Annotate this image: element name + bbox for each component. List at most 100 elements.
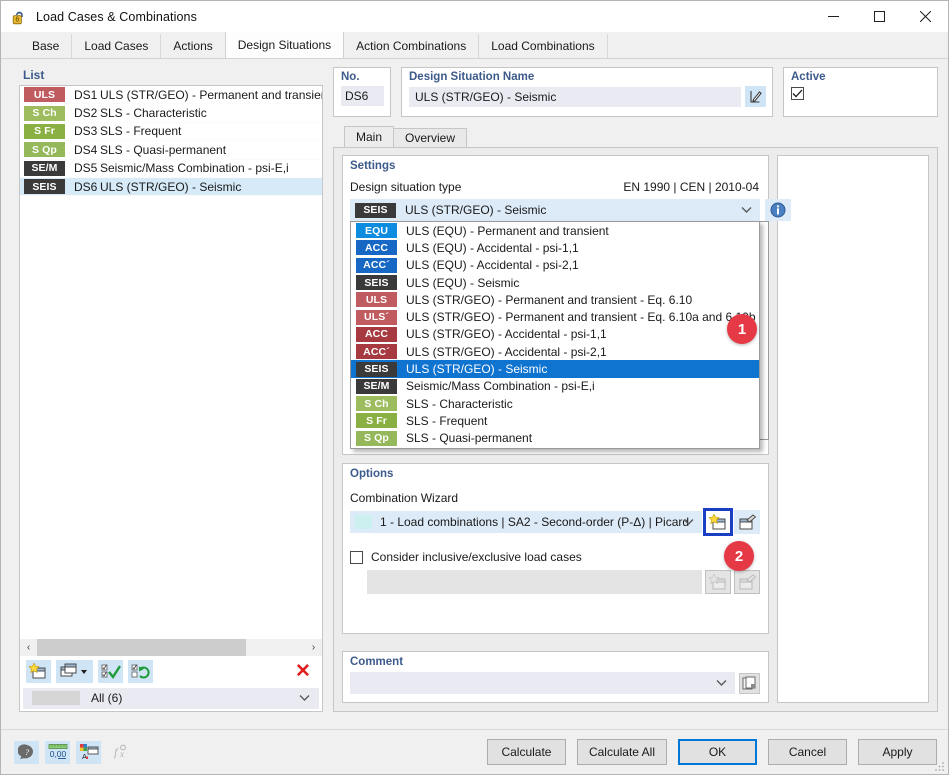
- list-item[interactable]: S Ch DS2 SLS - Characteristic: [20, 104, 322, 123]
- dialog-window: 6 Load Cases & Combinations Base Load Ca…: [0, 0, 949, 775]
- list-item[interactable]: S Fr DS3 SLS - Frequent: [20, 123, 322, 142]
- list-item-selected[interactable]: SEIS DS6 ULS (STR/GEO) - Seismic: [20, 177, 322, 197]
- chevron-down-icon[interactable]: [741, 207, 752, 214]
- scrollbar-thumb[interactable]: [37, 639, 247, 656]
- comment-group: Comment: [342, 651, 769, 703]
- help-balloon-icon[interactable]: ?: [14, 740, 39, 764]
- dropdown-option[interactable]: ACC´ ULS (STR/GEO) - Accidental - psi-2,…: [351, 343, 759, 360]
- name-input-row: ULS (STR/GEO) - Seismic: [409, 86, 766, 107]
- combination-wizard-label: Combination Wizard: [350, 491, 459, 505]
- combination-wizard-combo[interactable]: 1 - Load combinations | SA2 - Second-ord…: [350, 511, 702, 533]
- tab-design-situations[interactable]: Design Situations: [224, 31, 345, 58]
- main-tab-panel: Settings Design situation type EN 1990 |…: [333, 147, 938, 712]
- title-bar: 6 Load Cases & Combinations: [1, 1, 948, 32]
- tab-overview[interactable]: Overview: [393, 128, 468, 147]
- tab-main[interactable]: Main: [344, 126, 395, 147]
- tab-load-combinations[interactable]: Load Combinations: [479, 34, 608, 58]
- tab-base[interactable]: Base: [20, 34, 73, 58]
- checklist-refresh-icon[interactable]: [128, 659, 153, 683]
- filter-label: All (6): [91, 691, 123, 705]
- option-badge: ACC: [356, 240, 397, 256]
- dropdown-option[interactable]: SE/M Seismic/Mass Combination - psi-E,i: [351, 378, 759, 395]
- new-window-star-icon[interactable]: [26, 659, 51, 683]
- option-badge: SE/M: [356, 378, 397, 394]
- delete-button[interactable]: ✕: [292, 660, 314, 682]
- chevron-down-icon[interactable]: [716, 680, 727, 687]
- new-inclusive-button: [705, 570, 731, 594]
- edit-pencil-icon[interactable]: [745, 86, 766, 107]
- no-label: No.: [341, 71, 360, 83]
- chevron-down-icon[interactable]: [683, 519, 694, 526]
- active-field-box: Active: [783, 67, 938, 117]
- dropdown-option[interactable]: ACC´ ULS (EQU) - Accidental - psi-2,1: [351, 257, 759, 274]
- option-badge: ACC: [356, 326, 397, 342]
- footer-button-group: Calculate Calculate All OK Cancel Apply: [486, 739, 937, 765]
- calculate-all-button[interactable]: Calculate All: [576, 739, 667, 765]
- tab-actions[interactable]: Actions: [161, 34, 226, 58]
- list-item-name: ULS (STR/GEO) - Permanent and transient …: [100, 87, 322, 102]
- scrollbar-track[interactable]: [37, 639, 305, 656]
- design-situation-type-dropdown[interactable]: EQU ULS (EQU) - Permanent and transient …: [350, 221, 760, 449]
- list-horizontal-scrollbar[interactable]: ‹ ›: [19, 639, 323, 656]
- chevron-down-icon[interactable]: [299, 695, 310, 702]
- settings-group: Settings Design situation type EN 1990 |…: [342, 155, 791, 455]
- option-badge: ULS: [356, 292, 397, 308]
- list-item[interactable]: S Qp DS4 SLS - Quasi-permanent: [20, 141, 322, 160]
- dialog-footer: ? 0,00 A f x Calculate Calculate All OK …: [1, 729, 948, 774]
- dropdown-option-selected[interactable]: SEIS ULS (STR/GEO) - Seismic: [351, 360, 759, 378]
- list-item[interactable]: ULS DS1 ULS (STR/GEO) - Permanent and tr…: [20, 86, 322, 105]
- design-situation-name-input[interactable]: ULS (STR/GEO) - Seismic: [409, 86, 741, 107]
- design-situations-list-panel: List ULS DS1 ULS (STR/GEO) - Permanent a…: [19, 67, 323, 712]
- dropdown-option[interactable]: S Ch SLS - Characteristic: [351, 395, 759, 412]
- dropdown-option[interactable]: S Qp SLS - Quasi-permanent: [351, 430, 759, 447]
- dropdown-option[interactable]: S Fr SLS - Frequent: [351, 412, 759, 429]
- new-wizard-button[interactable]: [703, 508, 733, 536]
- edit-wizard-button[interactable]: [734, 510, 760, 534]
- checklist-check-icon[interactable]: [98, 659, 123, 683]
- dropdown-option[interactable]: EQU ULS (EQU) - Permanent and transient: [351, 222, 759, 239]
- active-checkbox[interactable]: [791, 87, 804, 100]
- dropdown-option[interactable]: ACC ULS (STR/GEO) - Accidental - psi-1,1: [351, 326, 759, 343]
- dropdown-option[interactable]: ULS ULS (STR/GEO) - Permanent and transi…: [351, 291, 759, 308]
- list-item-badge: S Fr: [24, 123, 65, 139]
- maximize-button[interactable]: [856, 1, 902, 32]
- option-badge: SEIS: [356, 275, 397, 291]
- cancel-button[interactable]: Cancel: [768, 739, 847, 765]
- option-label: Seismic/Mass Combination - psi-E,i: [406, 379, 595, 394]
- options-group: Options Combination Wizard 1 - Load comb…: [342, 463, 769, 634]
- option-label: ULS (EQU) - Permanent and transient: [406, 223, 609, 238]
- option-label: ULS (EQU) - Accidental - psi-1,1: [406, 240, 579, 255]
- minimize-button[interactable]: [810, 1, 856, 32]
- combination-wizard-row: 1 - Load combinations | SA2 - Second-ord…: [350, 508, 760, 536]
- colors-renumber-icon[interactable]: A: [76, 740, 101, 764]
- tab-action-combinations[interactable]: Action Combinations: [344, 34, 480, 58]
- main-left-column: Settings Design situation type EN 1990 |…: [342, 155, 791, 703]
- ok-button[interactable]: OK: [678, 739, 757, 765]
- numeric-units-icon[interactable]: 0,00: [45, 740, 70, 764]
- dropdown-scrollbar[interactable]: [760, 221, 769, 440]
- copy-window-dropdown-icon[interactable]: [56, 659, 93, 683]
- info-circle-icon[interactable]: [765, 199, 791, 221]
- dropdown-option[interactable]: SEIS ULS (EQU) - Seismic: [351, 274, 759, 291]
- list-toolbar: ✕: [19, 656, 323, 686]
- option-label: SLS - Quasi-permanent: [406, 431, 533, 446]
- consider-inclusive-checkbox[interactable]: [350, 550, 363, 564]
- scroll-left-icon[interactable]: ‹: [20, 639, 37, 656]
- close-button[interactable]: [902, 1, 948, 32]
- design-situation-type-combo[interactable]: SEIS ULS (STR/GEO) - Seismic: [350, 199, 760, 221]
- resize-grip[interactable]: [933, 760, 945, 772]
- copy-pages-icon[interactable]: [739, 672, 760, 694]
- apply-button[interactable]: Apply: [858, 739, 937, 765]
- dropdown-option[interactable]: ACC ULS (EQU) - Accidental - psi-1,1: [351, 239, 759, 256]
- calculate-button[interactable]: Calculate: [486, 739, 566, 765]
- list-item[interactable]: SE/M DS5 Seismic/Mass Combination - psi-…: [20, 160, 322, 178]
- option-badge: S Fr: [356, 413, 397, 429]
- comment-input[interactable]: [350, 672, 735, 694]
- dropdown-option[interactable]: ULS´ ULS (STR/GEO) - Permanent and trans…: [351, 308, 759, 325]
- design-situations-list[interactable]: ULS DS1 ULS (STR/GEO) - Permanent and tr…: [19, 85, 323, 639]
- scroll-right-icon[interactable]: ›: [305, 639, 322, 656]
- filter-combo[interactable]: All (6): [23, 687, 319, 709]
- tab-load-cases[interactable]: Load Cases: [72, 34, 162, 58]
- list-caption: List: [23, 68, 45, 82]
- inner-tab-strip: Main Overview: [333, 126, 938, 147]
